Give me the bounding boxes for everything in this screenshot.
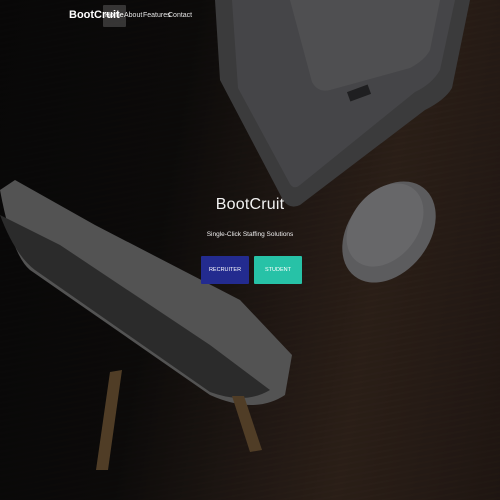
navbar: BootCruit Home About Features Contact	[0, 0, 500, 32]
student-button[interactable]: STUDENT	[254, 256, 302, 284]
nav-contact[interactable]: Contact	[166, 5, 194, 27]
hero-title: BootCruit	[215, 196, 285, 213]
dark-overlay	[0, 0, 500, 500]
recruiter-button[interactable]: RECRUITER	[201, 256, 249, 284]
hero-subtitle: Single-Click Staffing Solutions	[206, 231, 294, 238]
hero-background	[0, 0, 500, 500]
